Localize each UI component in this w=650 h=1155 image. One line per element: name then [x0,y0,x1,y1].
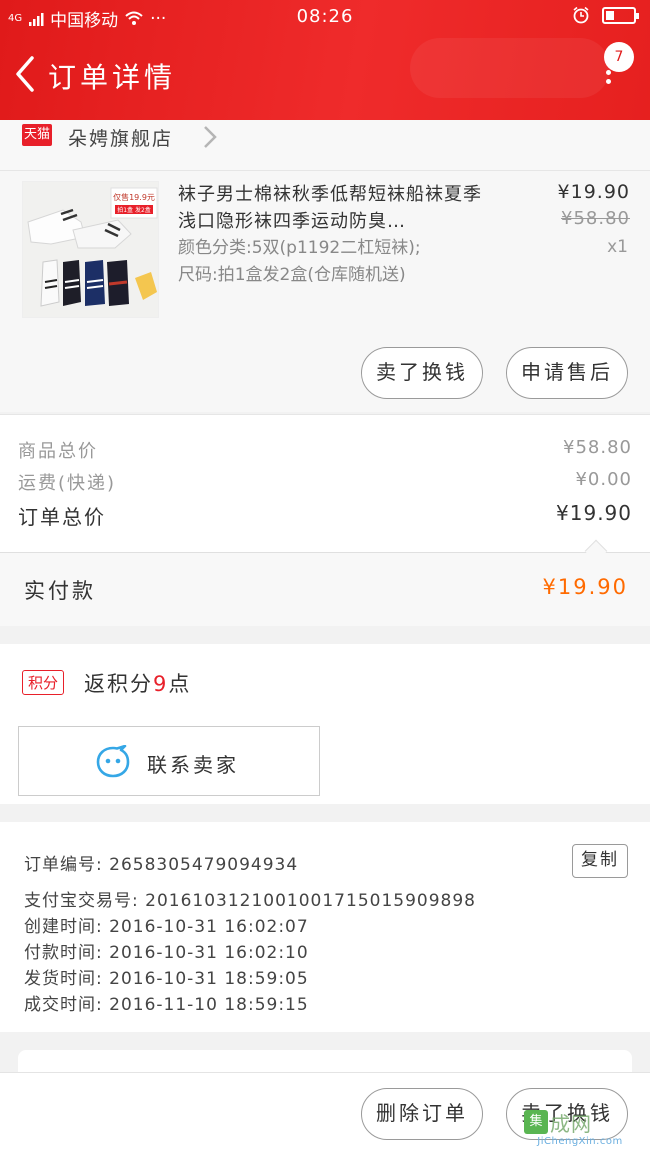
product-original-price: ¥58.80 [561,208,630,229]
product-size-spec: 尺码:拍1盒发2盒(仓库随机送) [178,265,406,285]
actual-payment-value: ¥19.90 [542,575,628,599]
page-title: 订单详情 [48,61,177,94]
product-spec: 颜色分类:5双(p1192二杠短袜); 尺码:拍1盒发2盒(仓库随机送) [178,235,518,289]
created-time: 创建时间: 2016-10-31 16:02:07 [24,917,309,937]
points-section: 积分 返积分9点 联系卖家 [0,644,650,804]
watermark-logo-icon: 集 [524,1110,548,1134]
chat-bubble-icon [96,745,130,778]
product-item[interactable]: 仅售19.9元 拍1盒 发2盒 袜子男士棉袜秋季低帮短袜船袜夏季浅口隐形袜四季运… [0,170,650,412]
product-thumbnail[interactable]: 仅售19.9元 拍1盒 发2盒 [22,181,159,318]
alarm-icon [573,6,589,24]
watermark-site: JiChengXin.com [537,1136,623,1147]
paid-time: 付款时间: 2016-10-31 16:02:10 [24,943,309,963]
thumb-badge: 仅售19.9元 [113,192,155,202]
thumb-badge-sub: 拍1盒 发2盒 [117,206,151,214]
points-tag: 积分 [22,670,65,695]
product-color-spec: 颜色分类:5双(p1192二杠短袜); [178,238,421,258]
contact-seller-label: 联系卖家 [147,753,239,777]
message-badge[interactable]: 7 [604,42,634,72]
shipping-label: 运费(快递) [18,473,117,494]
contact-seller-button[interactable]: 联系卖家 [18,726,320,796]
chevron-right-icon [204,126,217,148]
price-summary: 商品总价 ¥58.80 运费(快递) ¥0.00 订单总价 ¥19.90 [0,414,650,552]
alipay-number: 支付宝交易号: 2016103121001001715015909898 [24,891,476,911]
product-price: ¥19.90 [557,181,630,203]
order-number: 订单编号: 2658305479094934 [24,855,299,875]
store-name: 朵娉旗舰店 [68,128,174,150]
order-total-label: 订单总价 [18,505,106,529]
status-time: 08:26 [296,6,354,27]
goods-total-label: 商品总价 [18,441,98,462]
goods-total-value: ¥58.80 [563,437,632,458]
points-text: 返积分9点 [84,672,192,696]
order-info: 订单编号: 2658305479094934 复制 支付宝交易号: 201610… [0,822,650,1032]
points-count: 9 [153,672,169,696]
shipping-value: ¥0.00 [575,469,632,490]
app-header: 4G 中国移动 ··· 08:26 订单详情 7 [0,0,650,120]
status-right [572,6,639,24]
watermark-text: 成网 [550,1112,592,1136]
actual-payment-label: 实付款 [24,579,96,603]
watermark: 集 成网 JiChengXin.com [524,1108,636,1148]
actual-payment-row: 实付款 ¥19.90 [0,539,650,626]
after-sale-button[interactable]: 申请售后 [506,347,628,399]
product-title[interactable]: 袜子男士棉袜秋季低帮短袜船袜夏季浅口隐形袜四季运动防臭… [178,181,498,235]
product-quantity: x1 [607,237,628,257]
order-total-value: ¥19.90 [556,501,632,525]
tmall-logo-icon: 天猫 [22,124,52,146]
resell-button[interactable]: 卖了换钱 [361,347,483,399]
completed-time: 成交时间: 2016-11-10 18:59:15 [24,995,309,1015]
more-menu-icon[interactable] [606,70,612,94]
shipped-time: 发货时间: 2016-10-31 18:59:05 [24,969,309,989]
store-row[interactable]: 天猫 朵娉旗舰店 [0,120,650,170]
back-arrow-icon[interactable] [10,54,42,94]
battery-icon [602,6,639,24]
delete-order-button[interactable]: 删除订单 [361,1088,483,1140]
copy-button[interactable]: 复制 [572,844,628,878]
socks-image: 仅售19.9元 拍1盒 发2盒 [23,182,158,317]
status-bar: 4G 中国移动 ··· 08:26 [0,0,650,34]
